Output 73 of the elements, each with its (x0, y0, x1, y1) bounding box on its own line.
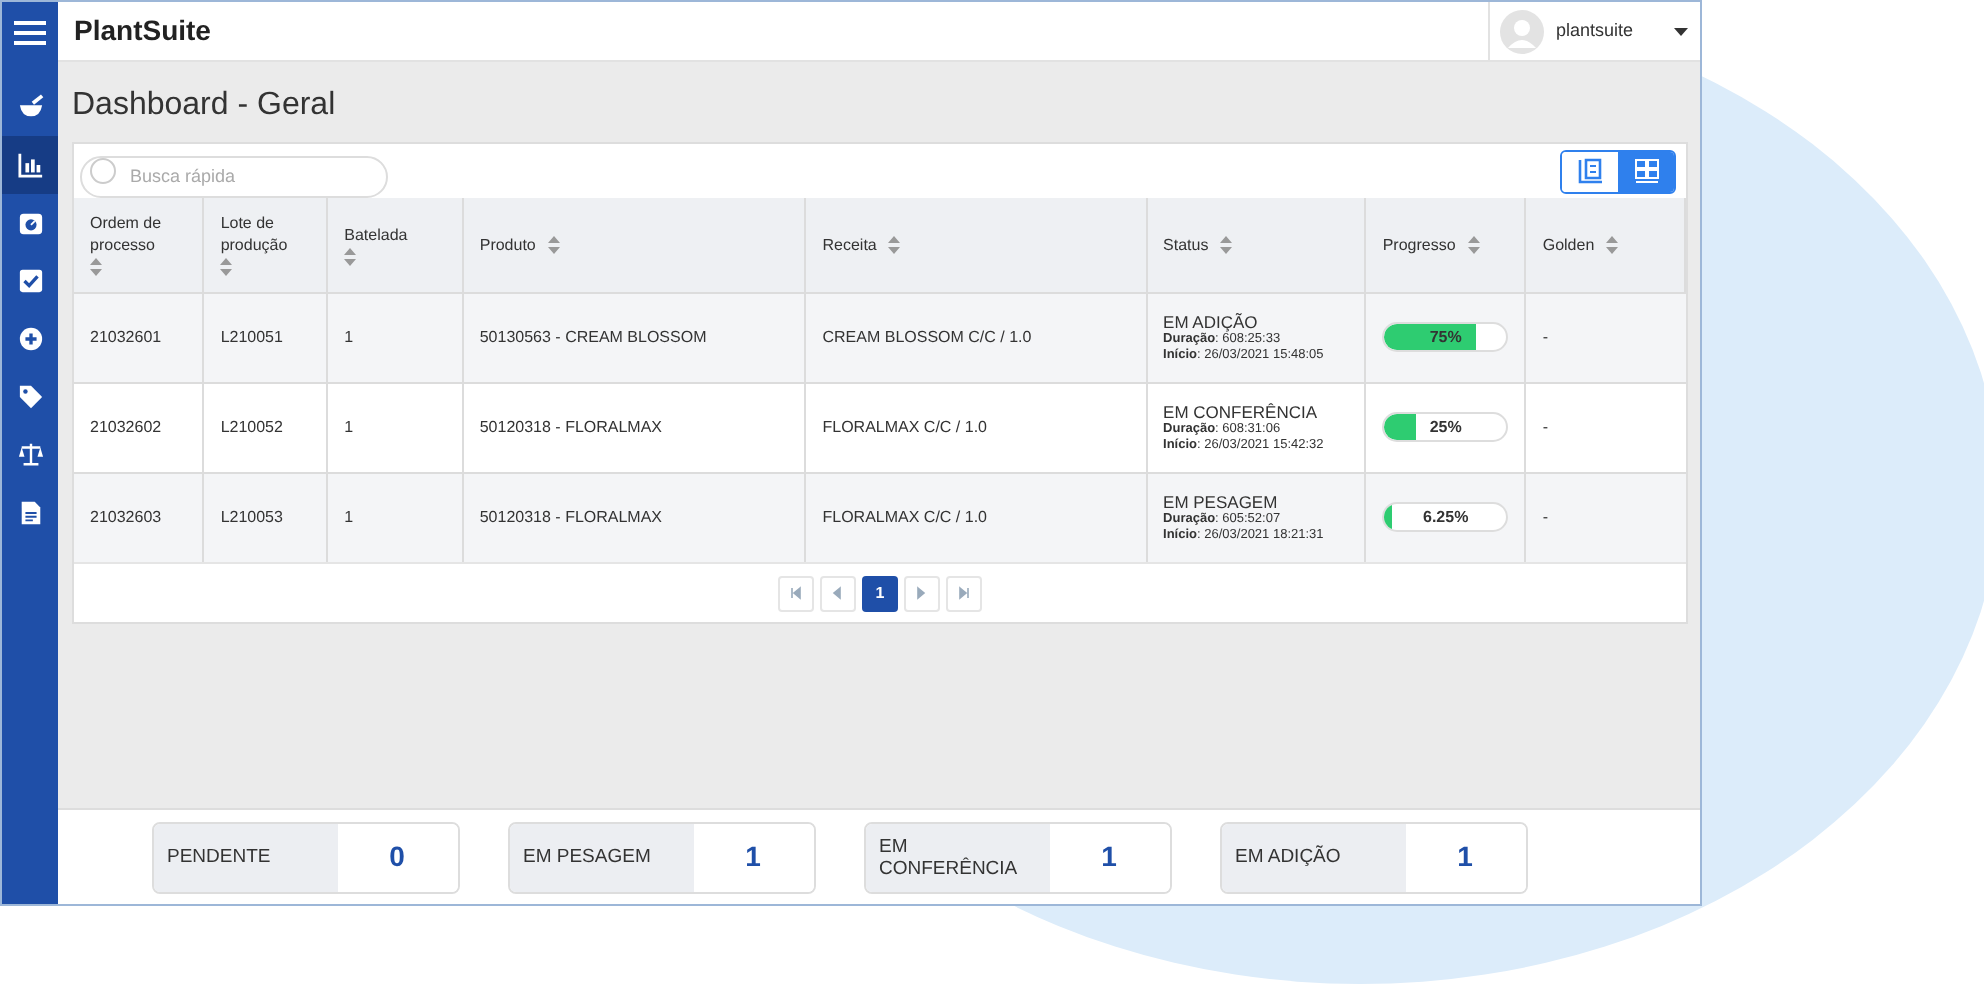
page-button[interactable]: 1 (862, 575, 898, 611)
status-label: EM ADIÇÃO (1163, 311, 1260, 331)
table-cell: L210053 (220, 507, 283, 526)
column-header[interactable]: Ordem de processo (90, 212, 187, 257)
table-cell: 1 (344, 327, 354, 345)
app-title: PlantSuite (74, 12, 211, 50)
list-view-icon (1577, 158, 1603, 184)
summary-label: EM PESAGEM (509, 823, 693, 891)
summary-label: EM ADIÇÃO (1221, 823, 1405, 891)
bowl-icon (17, 94, 43, 120)
summary-label: EM CONFERÊNCIA (865, 823, 1049, 891)
table-cell: 1 (344, 507, 354, 526)
sort-icon (1606, 235, 1619, 254)
first-page-icon (790, 586, 802, 600)
table-cell: 1 (344, 417, 354, 435)
sort-icon (547, 235, 560, 254)
plus-circle-icon (17, 326, 43, 352)
avatar-icon (1500, 9, 1544, 53)
gauge-icon (17, 210, 43, 236)
tag-icon (17, 384, 43, 410)
progress-label: 75% (1427, 325, 1464, 349)
bar-chart-icon (17, 152, 43, 178)
table-cell: 50120318 - FLORALMAX (479, 507, 663, 526)
column-header[interactable]: Batelada (344, 223, 408, 246)
user-name: plantsuite (1556, 17, 1636, 44)
table-cell: - (1542, 327, 1549, 345)
table-cell: 21032603 (90, 507, 162, 526)
summary-count: 1 (1049, 823, 1169, 891)
table-cell: FLORALMAX C/C / 1.0 (822, 507, 987, 526)
grid-view-icon (1633, 158, 1659, 184)
table-cell: CREAM BLOSSOM C/C / 1.0 (822, 327, 1032, 345)
summary-count: 0 (337, 823, 457, 891)
column-header[interactable]: Produto (479, 233, 536, 256)
column-header[interactable]: Golden (1542, 233, 1595, 256)
caret-icon (1674, 27, 1688, 35)
search-icon (90, 158, 116, 184)
table-cell: L210051 (220, 327, 283, 345)
table-cell: 50120318 - FLORALMAX (479, 417, 663, 435)
progress-label: 6.25% (1421, 505, 1471, 530)
left-arrow-icon (832, 586, 844, 600)
table-cell: - (1542, 507, 1549, 526)
sort-icon (888, 235, 901, 254)
summary-label: PENDENTE (153, 823, 337, 891)
table-cell: FLORALMAX C/C / 1.0 (822, 417, 987, 435)
user-menu[interactable]: plantsuite (1488, 2, 1700, 60)
status-label: EM PESAGEM (1163, 491, 1280, 512)
sort-icon (1467, 235, 1480, 254)
document-icon (17, 500, 43, 526)
sort-icon (90, 258, 102, 277)
column-header[interactable]: Lote de produção (220, 212, 311, 257)
table-cell: L210052 (220, 417, 283, 435)
column-header[interactable]: Progresso (1382, 233, 1456, 256)
table-cell: - (1542, 417, 1549, 435)
search-field[interactable]: Busca rápida (80, 155, 388, 197)
column-header[interactable]: Receita (822, 233, 877, 256)
checkbox-icon (17, 268, 43, 294)
progress-label: 25% (1427, 415, 1464, 439)
table-cell: 21032601 (90, 327, 162, 345)
menu-icon (14, 19, 46, 45)
page-title: Dashboard - Geral (72, 86, 338, 126)
balance-scale-icon (17, 442, 43, 468)
column-header[interactable]: Status (1163, 233, 1209, 256)
sort-icon (344, 247, 357, 266)
summary-count: 1 (1405, 823, 1525, 891)
view-toggle-button[interactable] (1618, 151, 1674, 191)
last-page-icon (958, 586, 970, 600)
status-label: EM CONFERÊNCIA (1163, 401, 1320, 421)
right-arrow-icon (916, 586, 928, 600)
sidebar-item[interactable] (2, 136, 58, 194)
sort-icon (220, 258, 233, 277)
table-cell: 50130563 - CREAM BLOSSOM (479, 327, 707, 345)
sort-icon (1220, 235, 1233, 254)
table-cell: 21032602 (90, 417, 162, 435)
